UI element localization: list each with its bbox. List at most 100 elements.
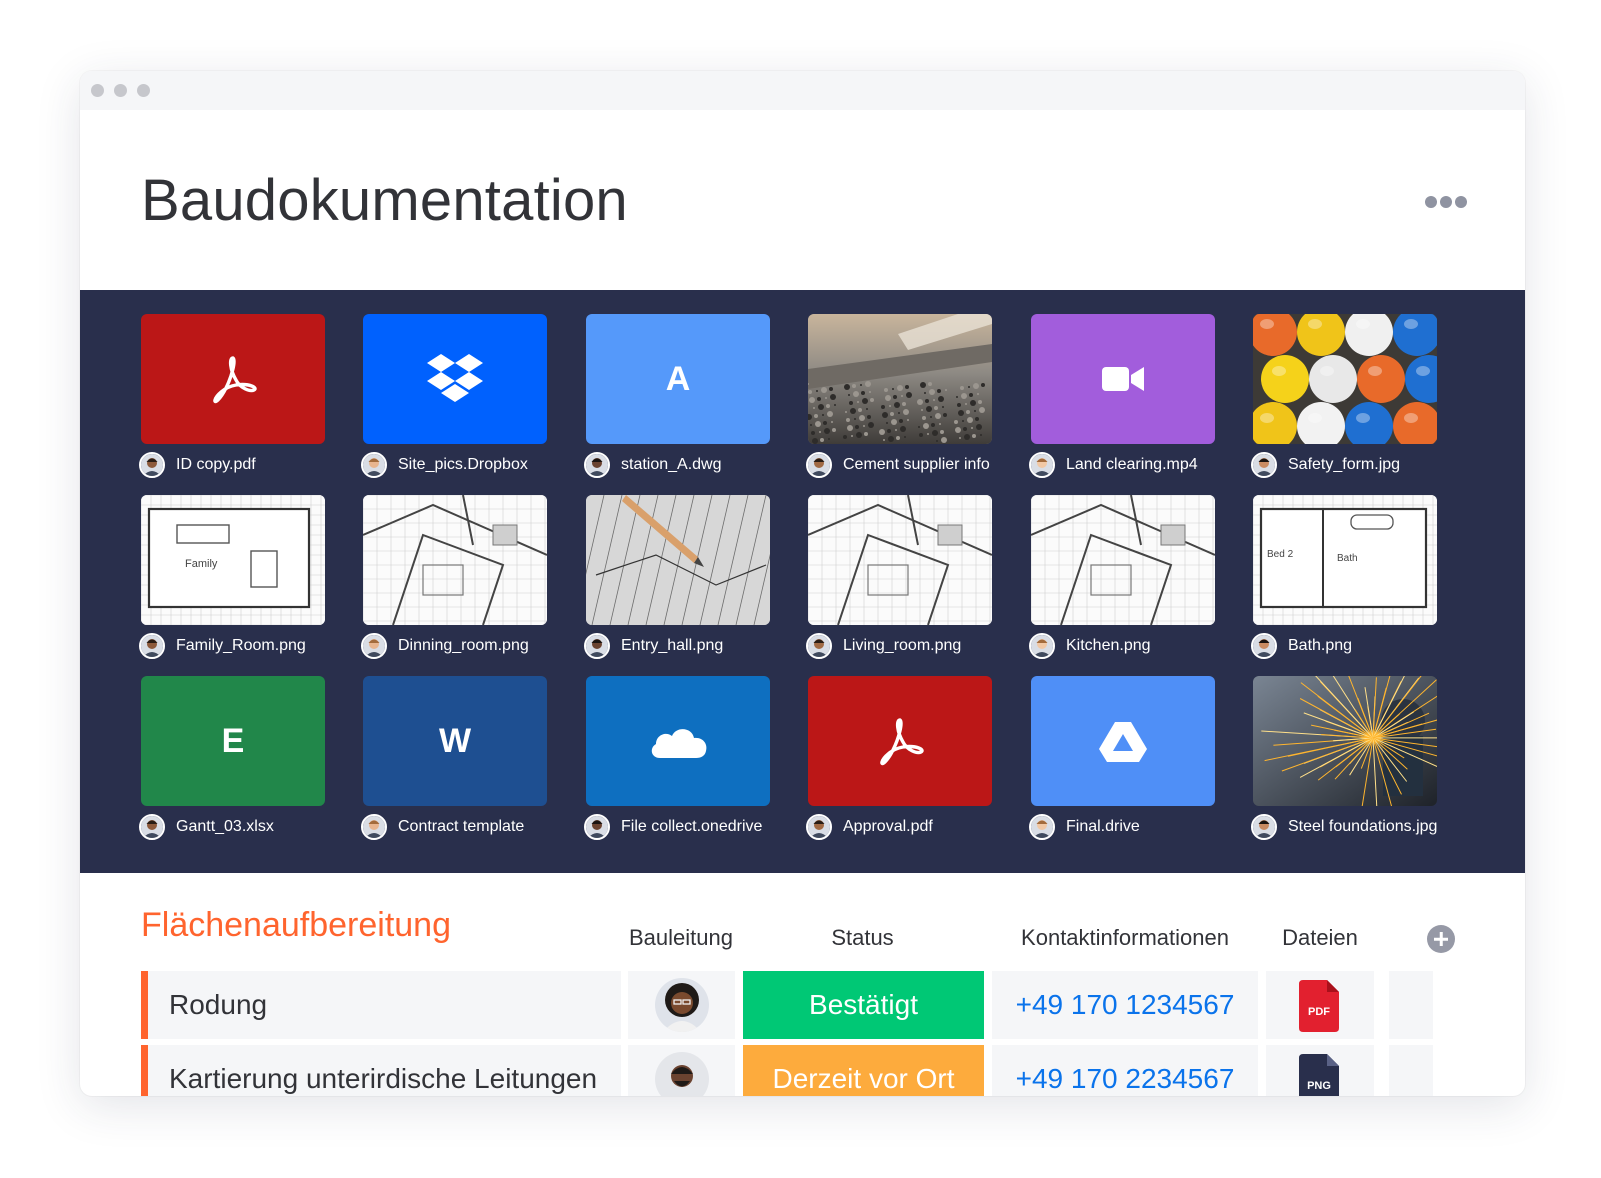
avatar[interactable] xyxy=(655,1052,709,1096)
file-thumbnail[interactable]: E xyxy=(141,676,325,806)
column-header-person[interactable]: Bauleitung xyxy=(626,925,736,951)
avatar[interactable] xyxy=(584,633,610,659)
avatar[interactable] xyxy=(361,633,387,659)
avatar[interactable] xyxy=(584,452,610,478)
file-thumbnail[interactable]: W xyxy=(363,676,547,806)
item-name-cell[interactable]: Rodung xyxy=(141,971,621,1039)
window-minimize-dot[interactable] xyxy=(114,84,127,97)
avatar[interactable] xyxy=(1029,814,1055,840)
file-thumbnail[interactable] xyxy=(808,676,992,806)
avatar[interactable] xyxy=(806,452,832,478)
file-card[interactable]: Bed 2 Bath Bath.png xyxy=(1251,495,1437,665)
file-card[interactable]: Kitchen.png xyxy=(1029,495,1215,665)
file-name[interactable]: Bath.png xyxy=(1288,637,1352,655)
file-card[interactable]: W Contract template xyxy=(361,676,547,846)
file-name[interactable]: Dinning_room.png xyxy=(398,637,529,655)
png-file-icon[interactable]: PNG xyxy=(1299,1054,1339,1096)
avatar[interactable] xyxy=(806,633,832,659)
file-card[interactable]: Safety_form.jpg xyxy=(1251,314,1437,484)
file-thumbnail[interactable] xyxy=(1253,314,1437,444)
file-thumbnail[interactable] xyxy=(808,495,992,625)
file-meta: Approval.pdf xyxy=(806,812,933,842)
file-thumbnail[interactable] xyxy=(586,495,770,625)
file-card[interactable]: Site_pics.Dropbox xyxy=(361,314,547,484)
file-thumbnail[interactable] xyxy=(1031,495,1215,625)
file-name[interactable]: Contract template xyxy=(398,818,524,836)
file-thumbnail[interactable]: A xyxy=(586,314,770,444)
file-preview-image xyxy=(1253,314,1437,444)
avatar[interactable] xyxy=(139,814,165,840)
file-card[interactable]: Final.drive xyxy=(1029,676,1215,846)
files-cell[interactable]: PDF xyxy=(1266,971,1374,1039)
empty-cell[interactable] xyxy=(1389,1045,1433,1096)
file-name[interactable]: Family_Room.png xyxy=(176,637,306,655)
status-cell[interactable]: Bestätigt xyxy=(743,971,984,1039)
file-name[interactable]: File collect.onedrive xyxy=(621,818,762,836)
file-name[interactable]: station_A.dwg xyxy=(621,456,722,474)
file-thumbnail[interactable] xyxy=(1031,676,1215,806)
file-card[interactable]: Family Family_Room.png xyxy=(139,495,325,665)
window-close-dot[interactable] xyxy=(91,84,104,97)
file-thumbnail[interactable] xyxy=(363,495,547,625)
file-name[interactable]: Cement supplier info xyxy=(843,456,990,474)
file-thumbnail[interactable] xyxy=(1031,314,1215,444)
file-card[interactable]: Entry_hall.png xyxy=(584,495,770,665)
avatar[interactable] xyxy=(139,633,165,659)
file-name[interactable]: Steel foundations.jpg xyxy=(1288,818,1437,836)
file-name[interactable]: Land clearing.mp4 xyxy=(1066,456,1198,474)
file-card[interactable]: Living_room.png xyxy=(806,495,992,665)
avatar[interactable] xyxy=(1029,633,1055,659)
file-name[interactable]: Kitchen.png xyxy=(1066,637,1151,655)
group-title[interactable]: Flächenaufbereitung xyxy=(141,906,451,945)
file-card[interactable]: E Gantt_03.xlsx xyxy=(139,676,325,846)
file-thumbnail[interactable] xyxy=(586,676,770,806)
file-thumbnail[interactable] xyxy=(141,314,325,444)
avatar[interactable] xyxy=(655,978,709,1032)
phone-cell[interactable]: +49 170 2234567 xyxy=(992,1045,1258,1096)
more-options-button[interactable] xyxy=(1425,195,1467,209)
item-name-cell[interactable]: Kartierung unterirdische Leitungen xyxy=(141,1045,621,1096)
file-name[interactable]: Entry_hall.png xyxy=(621,637,723,655)
column-header-status[interactable]: Status xyxy=(742,925,983,951)
person-cell[interactable] xyxy=(628,971,735,1039)
avatar[interactable] xyxy=(1251,452,1277,478)
avatar[interactable] xyxy=(1251,633,1277,659)
avatar[interactable] xyxy=(806,814,832,840)
file-name[interactable]: Approval.pdf xyxy=(843,818,933,836)
file-card[interactable]: File collect.onedrive xyxy=(584,676,770,846)
file-name[interactable]: Gantt_03.xlsx xyxy=(176,818,274,836)
empty-cell[interactable] xyxy=(1389,971,1433,1039)
files-cell[interactable]: PNG xyxy=(1266,1045,1374,1096)
file-thumbnail[interactable]: Bed 2 Bath xyxy=(1253,495,1437,625)
file-card[interactable]: Astation_A.dwg xyxy=(584,314,770,484)
pdf-file-icon[interactable]: PDF xyxy=(1299,980,1339,1032)
column-header-files[interactable]: Dateien xyxy=(1265,925,1375,951)
file-name[interactable]: Living_room.png xyxy=(843,637,961,655)
avatar[interactable] xyxy=(1251,814,1277,840)
avatar[interactable] xyxy=(1029,452,1055,478)
file-card[interactable]: Approval.pdf xyxy=(806,676,992,846)
file-name[interactable]: ID copy.pdf xyxy=(176,456,256,474)
avatar[interactable] xyxy=(584,814,610,840)
file-card[interactable]: ID copy.pdf xyxy=(139,314,325,484)
plus-circle-icon[interactable] xyxy=(1427,925,1455,953)
person-cell[interactable] xyxy=(628,1045,735,1096)
phone-cell[interactable]: +49 170 1234567 xyxy=(992,971,1258,1039)
file-thumbnail[interactable] xyxy=(363,314,547,444)
file-thumbnail[interactable]: Family xyxy=(141,495,325,625)
column-header-contact[interactable]: Kontaktinformationen xyxy=(992,925,1258,951)
file-thumbnail[interactable] xyxy=(808,314,992,444)
file-card[interactable]: Cement supplier info xyxy=(806,314,992,484)
avatar[interactable] xyxy=(139,452,165,478)
avatar[interactable] xyxy=(361,452,387,478)
file-thumbnail[interactable] xyxy=(1253,676,1437,806)
avatar[interactable] xyxy=(361,814,387,840)
window-maximize-dot[interactable] xyxy=(137,84,150,97)
file-card[interactable]: Steel foundations.jpg xyxy=(1251,676,1437,846)
status-cell[interactable]: Derzeit vor Ort xyxy=(743,1045,984,1096)
file-card[interactable]: Land clearing.mp4 xyxy=(1029,314,1215,484)
file-name[interactable]: Site_pics.Dropbox xyxy=(398,456,528,474)
file-card[interactable]: Dinning_room.png xyxy=(361,495,547,665)
file-name[interactable]: Safety_form.jpg xyxy=(1288,456,1400,474)
file-name[interactable]: Final.drive xyxy=(1066,818,1140,836)
